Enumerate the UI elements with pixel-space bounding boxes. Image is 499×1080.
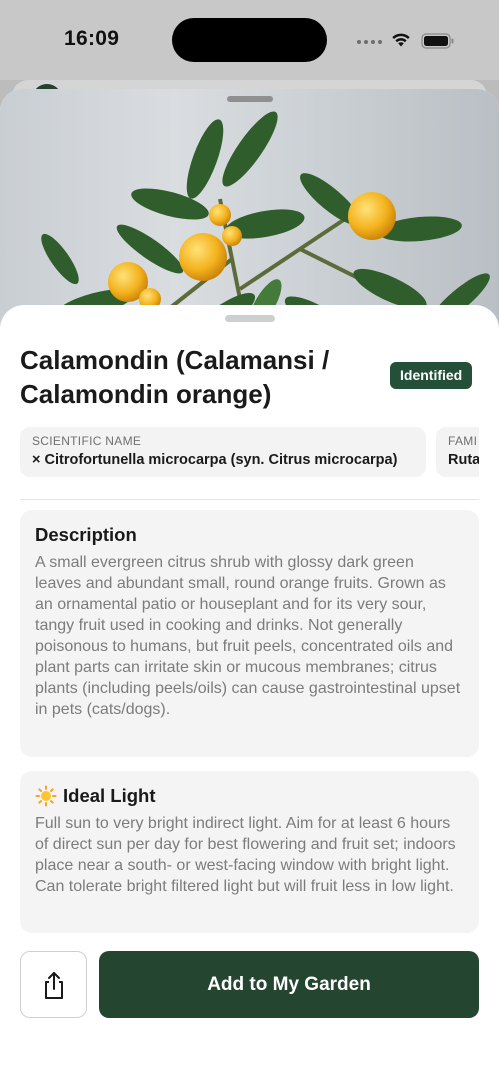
- sheet-grabber[interactable]: [227, 96, 273, 102]
- section-body: A small evergreen citrus shrub with glos…: [35, 554, 461, 718]
- chip-value: Ruta: [448, 452, 479, 468]
- share-icon: [44, 971, 63, 999]
- share-button[interactable]: [20, 951, 87, 1018]
- add-to-garden-button[interactable]: Add to My Garden: [99, 951, 479, 1018]
- status-time: 16:09: [64, 27, 120, 50]
- status-badge: Identified: [390, 362, 473, 389]
- dynamic-island: [172, 18, 327, 62]
- status-bar: 16:09: [0, 0, 499, 80]
- plant-info-card: Calamondin (Calamansi / Calamondin orang…: [0, 305, 499, 1080]
- chip-label: FAMI: [448, 434, 478, 448]
- plant-name: Calamondin (Calamansi / Calamondin orang…: [20, 345, 330, 409]
- section-body: Full sun to very bright indirect light. …: [35, 815, 456, 895]
- cellular-signal-icon: [357, 40, 382, 44]
- chip-label: SCIENTIFIC NAME: [32, 434, 142, 448]
- info-chip-row[interactable]: SCIENTIFIC NAME × Citrofortunella microc…: [20, 427, 479, 477]
- section-title: Description: [35, 524, 137, 545]
- sun-icon: [35, 785, 57, 807]
- card-grabber[interactable]: [225, 315, 275, 322]
- ideal-light-section: Ideal Light Full sun to very bright indi…: [20, 771, 479, 933]
- chip-value: × Citrofortunella microcarpa (syn. Citru…: [32, 452, 398, 468]
- section-title: Ideal Light: [63, 785, 156, 806]
- section-title-row: Ideal Light: [35, 785, 464, 807]
- wifi-icon: [392, 33, 410, 47]
- description-section: Description A small evergreen citrus shr…: [20, 510, 479, 757]
- battery-icon: [421, 33, 454, 49]
- divider: [20, 499, 479, 500]
- family-chip: FAMI Ruta: [436, 427, 479, 477]
- scientific-name-chip: SCIENTIFIC NAME × Citrofortunella microc…: [20, 427, 426, 477]
